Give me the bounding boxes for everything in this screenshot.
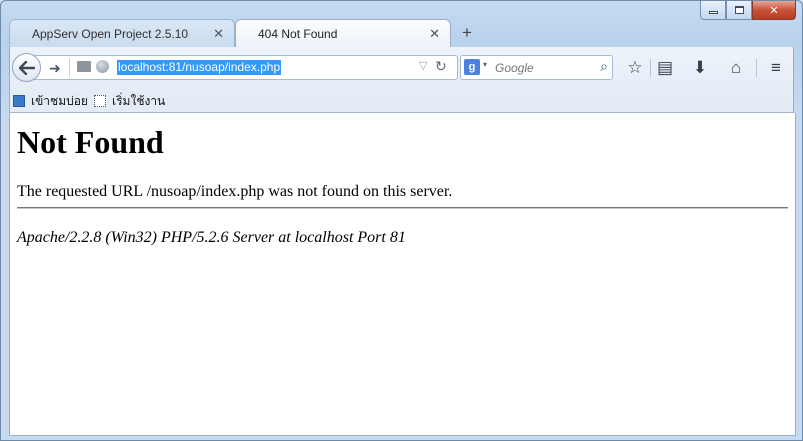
navigation-toolbar: ➜ localhost:81/nusoap/index.php ▽ ↻ g ▾ … xyxy=(9,47,794,89)
divider xyxy=(17,207,788,209)
tab-strip: AppServ Open Project 2.5.10 ✕ 404 Not Fo… xyxy=(9,19,794,47)
most-visited-icon xyxy=(13,95,25,107)
bookmark-getting-started[interactable]: เริ่มใช้งาน xyxy=(94,92,165,110)
bookmark-label: เริ่มใช้งาน xyxy=(112,94,166,108)
url-dropdown-icon[interactable]: ▽ xyxy=(419,59,427,72)
bookmarks-menu-icon[interactable]: ▤ xyxy=(653,56,677,80)
home-icon[interactable]: ⌂ xyxy=(724,56,748,80)
search-placeholder: Google xyxy=(495,61,534,75)
tab-close-icon[interactable]: ✕ xyxy=(213,20,224,48)
window-caption-buttons: ✕ xyxy=(700,1,796,21)
bookmark-most-visited[interactable]: เข้าชมบ่อย xyxy=(13,92,88,110)
reload-icon[interactable]: ↻ xyxy=(435,58,447,75)
search-box[interactable]: g ▾ Google ⌕ xyxy=(460,55,613,80)
back-arrow-icon xyxy=(18,60,35,75)
maximize-button[interactable] xyxy=(726,1,752,20)
url-text[interactable]: localhost:81/nusoap/index.php xyxy=(117,60,282,75)
search-icon[interactable]: ⌕ xyxy=(600,58,608,75)
maximize-icon xyxy=(734,6,744,14)
minimize-button[interactable] xyxy=(700,1,726,20)
toolbar-separator xyxy=(650,59,651,77)
close-window-button[interactable]: ✕ xyxy=(752,1,796,20)
browser-window: ✕ AppServ Open Project 2.5.10 ✕ 404 Not … xyxy=(0,0,803,441)
page-title: Not Found xyxy=(17,124,164,160)
minimize-icon xyxy=(708,11,718,14)
bookmarks-toolbar: เข้าชมบ่อย เริ่มใช้งาน xyxy=(9,89,794,113)
server-signature: Apache/2.2.8 (Win32) PHP/5.2.6 Server at… xyxy=(17,229,406,246)
tab-title: 404 Not Found xyxy=(258,27,338,41)
site-identity-globe-icon[interactable] xyxy=(96,60,109,73)
forward-button[interactable]: ➜ xyxy=(49,60,61,77)
page-content: Not Found The requested URL /nusoap/inde… xyxy=(9,113,796,436)
tab-close-icon[interactable]: ✕ xyxy=(429,20,440,48)
history-icon[interactable] xyxy=(77,61,91,72)
close-icon: ✕ xyxy=(769,4,779,17)
downloads-icon[interactable]: ⬇ xyxy=(688,56,712,80)
error-message: The requested URL /nusoap/index.php was … xyxy=(17,183,453,200)
new-tab-button[interactable]: + xyxy=(457,21,477,45)
toolbar-separator xyxy=(756,59,757,77)
url-bar[interactable]: ➜ localhost:81/nusoap/index.php ▽ ↻ xyxy=(30,55,458,80)
menu-icon[interactable]: ≡ xyxy=(764,56,788,80)
back-button[interactable] xyxy=(12,53,41,82)
bookmark-star-icon[interactable]: ☆ xyxy=(623,56,647,80)
url-divider xyxy=(69,58,70,77)
tab-404-not-found[interactable]: 404 Not Found ✕ xyxy=(235,19,451,47)
google-engine-icon[interactable]: g xyxy=(464,59,480,75)
tab-appserv[interactable]: AppServ Open Project 2.5.10 ✕ xyxy=(9,19,235,47)
getting-started-icon xyxy=(94,95,106,107)
tab-title: AppServ Open Project 2.5.10 xyxy=(32,27,189,41)
engine-dropdown-icon[interactable]: ▾ xyxy=(483,60,487,69)
bookmark-label: เข้าชมบ่อย xyxy=(31,94,88,108)
